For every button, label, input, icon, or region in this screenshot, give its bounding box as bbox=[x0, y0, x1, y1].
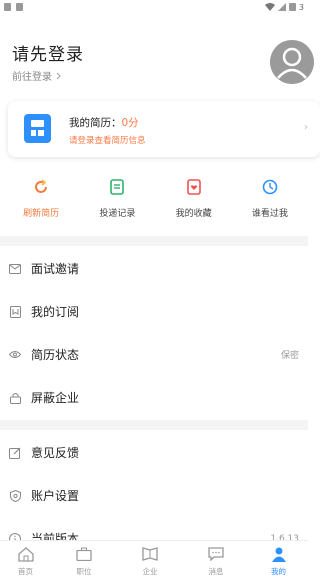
login-title[interactable]: 请先登录 bbox=[12, 40, 84, 65]
section-divider bbox=[0, 236, 308, 246]
status-time: 3 bbox=[298, 2, 304, 12]
shield-icon bbox=[9, 489, 21, 502]
tab-label: 职位 bbox=[76, 567, 92, 576]
viewed-icon bbox=[261, 178, 279, 196]
subscribe-icon bbox=[9, 305, 21, 318]
menu-label: 屏蔽企业 bbox=[31, 391, 80, 405]
quick-my-favorites[interactable]: 我的收藏 bbox=[156, 178, 232, 226]
message-icon bbox=[207, 545, 225, 563]
resume-icon bbox=[24, 114, 51, 143]
lock-icon bbox=[9, 392, 21, 404]
status-bar: 3 bbox=[0, 0, 308, 14]
resume-status-value: 保密 bbox=[280, 351, 299, 361]
favorite-icon bbox=[185, 178, 203, 196]
tab-label: 首页 bbox=[18, 567, 33, 576]
chevron-right-icon: › bbox=[304, 122, 308, 133]
quick-favorites-label: 我的收藏 bbox=[175, 209, 212, 219]
resume-hint: 请登录查看简历信息 bbox=[69, 136, 146, 146]
quick-actions: 刷新简历 投递记录 我的收藏 谁看过我 bbox=[0, 178, 308, 226]
status-notification-icon bbox=[4, 3, 11, 11]
person-icon bbox=[270, 545, 288, 563]
tab-mine[interactable]: 我的 bbox=[249, 541, 308, 583]
section-divider bbox=[0, 420, 308, 430]
bottom-tab-bar: 首页 职位 企业 消息 我的 bbox=[0, 540, 308, 583]
login-link[interactable]: 前往登录 bbox=[12, 68, 61, 83]
quick-delivery-label: 投递记录 bbox=[99, 209, 136, 219]
tab-jobs[interactable]: 职位 bbox=[51, 541, 117, 583]
menu-my-subscriptions[interactable]: 我的订阅 bbox=[0, 290, 308, 333]
home-icon bbox=[17, 545, 35, 563]
company-icon bbox=[141, 545, 159, 563]
chevron-right-icon bbox=[56, 72, 61, 79]
status-sim-icon bbox=[16, 3, 23, 11]
resume-icon-glyph bbox=[31, 120, 44, 136]
status-left bbox=[4, 3, 23, 11]
menu-interview-invitations[interactable]: 面试邀请 bbox=[0, 247, 308, 290]
avatar[interactable] bbox=[270, 40, 314, 84]
wifi-icon bbox=[264, 3, 275, 11]
quick-refresh-resume[interactable]: 刷新简历 bbox=[3, 178, 79, 226]
resume-card[interactable]: 我的简历：0分 请登录查看简历信息 › bbox=[8, 101, 320, 157]
battery-icon bbox=[288, 3, 296, 11]
menu-feedback[interactable]: 意见反馈 bbox=[0, 431, 308, 474]
quick-delivery-record[interactable]: 投递记录 bbox=[79, 178, 155, 226]
tab-home[interactable]: 首页 bbox=[0, 541, 51, 583]
tab-label: 企业 bbox=[142, 567, 158, 576]
menu-resume-status[interactable]: 简历状态 保密 bbox=[0, 333, 308, 376]
login-link-label: 前往登录 bbox=[12, 72, 52, 83]
status-right: 3 bbox=[264, 2, 304, 12]
mail-icon bbox=[9, 263, 21, 275]
profile-header: 请先登录 前往登录 bbox=[0, 30, 314, 96]
menu-label: 简历状态 bbox=[31, 348, 80, 362]
signal-icon bbox=[277, 3, 286, 11]
tab-label: 我的 bbox=[271, 567, 286, 576]
quick-viewed-label: 谁看过我 bbox=[251, 209, 288, 219]
briefcase-icon bbox=[75, 545, 93, 563]
menu-block-companies[interactable]: 屏蔽企业 bbox=[0, 376, 308, 419]
menu-label: 面试邀请 bbox=[31, 262, 80, 276]
eye-icon bbox=[9, 349, 21, 361]
quick-who-viewed[interactable]: 谁看过我 bbox=[232, 178, 308, 226]
resume-score: 0分 bbox=[121, 117, 139, 129]
tab-label: 消息 bbox=[208, 567, 224, 576]
resume-label-text: 我的简历： bbox=[69, 117, 122, 129]
menu-account-settings[interactable]: 账户设置 bbox=[0, 474, 308, 517]
resume-label: 我的简历：0分 bbox=[69, 115, 139, 130]
tab-messages[interactable]: 消息 bbox=[183, 541, 249, 583]
refresh-icon bbox=[32, 178, 50, 196]
quick-refresh-label: 刷新简历 bbox=[23, 209, 60, 219]
menu-label: 意见反馈 bbox=[31, 446, 80, 460]
record-icon bbox=[108, 178, 126, 196]
menu-label: 我的订阅 bbox=[31, 305, 80, 319]
menu-label: 账户设置 bbox=[31, 489, 80, 503]
tab-companies[interactable]: 企业 bbox=[117, 541, 183, 583]
avatar-person-icon bbox=[270, 40, 314, 84]
edit-icon bbox=[9, 447, 21, 459]
